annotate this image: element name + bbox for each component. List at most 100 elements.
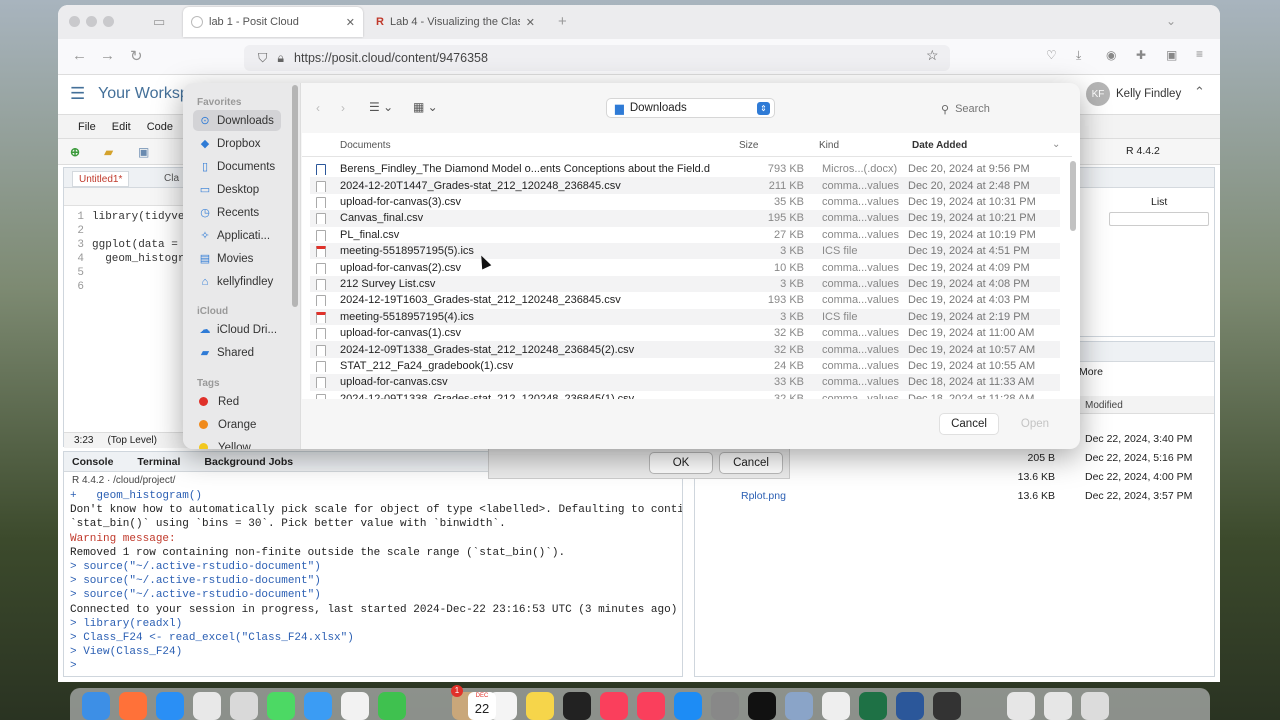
notes-icon[interactable]: [526, 692, 554, 720]
rstudio-icon[interactable]: [822, 692, 850, 720]
app-store-icon[interactable]: [674, 692, 702, 720]
sidebar-item-kellyfindley[interactable]: ⌂ kellyfindley: [193, 271, 281, 292]
file-row[interactable]: STAT_212_Fa24_gradebook(1).csv 24 KB comma…: [310, 358, 1060, 374]
messages-icon[interactable]: [267, 692, 295, 720]
tab-console[interactable]: Console: [72, 456, 113, 468]
sidebar-item-recents[interactable]: ◷ Recents: [193, 202, 281, 223]
forward-icon[interactable]: →: [100, 47, 115, 64]
music-icon[interactable]: [600, 692, 628, 720]
new-file-icon[interactable]: ⊕: [70, 145, 80, 159]
column-modified[interactable]: Modified: [1085, 400, 1123, 411]
calendar-icon[interactable]: DEC 22: [468, 692, 496, 720]
firefox-icon[interactable]: [119, 692, 147, 720]
list-view-icon[interactable]: ☰ ⌄: [369, 100, 393, 114]
user-name[interactable]: Kelly Findley: [1116, 88, 1181, 100]
apple-tv-icon[interactable]: [563, 692, 591, 720]
address-bar[interactable]: ⛉ 🔒︎ https://posit.cloud/content/9476358: [244, 45, 950, 71]
table-row[interactable]: Rplot.png 13.6 KB Dec 22, 2024, 3:57 PM: [695, 487, 1214, 506]
sidebar-item-movies[interactable]: ▤ Movies: [193, 248, 281, 269]
r-version-select[interactable]: R 4.4.2: [1126, 145, 1160, 157]
safari-icon[interactable]: [156, 692, 184, 720]
back-icon[interactable]: ‹: [316, 101, 320, 115]
system-settings-icon[interactable]: [711, 692, 739, 720]
tab-background-jobs[interactable]: Background Jobs: [204, 456, 293, 468]
sidebar-item-desktop[interactable]: ▭ Desktop: [193, 179, 281, 200]
sidebar-item-shared[interactable]: ▰ Shared: [193, 342, 281, 363]
file-row[interactable]: 2024-12-09T1338_Grades-stat_212_120248_2…: [310, 391, 1060, 399]
extensions-icon[interactable]: ✚: [1136, 48, 1146, 62]
slack-icon[interactable]: [193, 692, 221, 720]
list-view-select[interactable]: List: [1151, 196, 1167, 208]
word-icon[interactable]: [896, 692, 924, 720]
trash-icon[interactable]: [1081, 692, 1109, 720]
search-field[interactable]: ⚲: [941, 99, 1061, 119]
sidebar-scrollbar[interactable]: [292, 85, 298, 307]
news-icon[interactable]: [637, 692, 665, 720]
downloads-stack-icon[interactable]: [1044, 692, 1072, 720]
file-row[interactable]: Canvas_final.csv 195 KB comma...values Dec …: [310, 210, 1060, 227]
tag-yellow[interactable]: Yellow: [193, 437, 281, 449]
column-documents[interactable]: Documents: [340, 140, 391, 151]
minimize-window-button[interactable]: [86, 16, 97, 27]
launchpad-icon[interactable]: [230, 692, 258, 720]
file-row[interactable]: 2024-12-09T1338_Grades-stat_212_120248_2…: [310, 341, 1060, 358]
account-icon[interactable]: ◉: [1106, 48, 1116, 62]
column-date-added[interactable]: Date Added: [912, 140, 967, 151]
sidebar-item-downloads[interactable]: ⊙ Downloads: [193, 110, 281, 131]
zoom-window-button[interactable]: [103, 16, 114, 27]
finder-icon[interactable]: [82, 692, 110, 720]
env-search-input[interactable]: [1109, 212, 1209, 226]
profile-icon[interactable]: ▣: [1166, 48, 1177, 62]
hamburger-icon[interactable]: ☰: [70, 84, 85, 104]
file-row[interactable]: 2024-12-20T1447_Grades-stat_212_120248_2…: [310, 177, 1060, 194]
open-button[interactable]: Open: [1005, 413, 1065, 435]
column-size[interactable]: Size: [739, 140, 758, 151]
documents-stack-icon[interactable]: [1007, 692, 1035, 720]
file-row[interactable]: meeting-5518957195(4).ics 3 KB ICS file Dec…: [310, 308, 1060, 325]
back-icon[interactable]: ←: [72, 47, 87, 64]
column-kind[interactable]: Kind: [819, 140, 839, 151]
tag-orange[interactable]: Orange: [193, 414, 281, 435]
chevron-down-icon[interactable]: ⌄: [1166, 14, 1176, 28]
file-row[interactable]: 2024-12-19T1603_Grades-stat_212_120248_2…: [310, 292, 1060, 308]
file-row[interactable]: upload-for-canvas(2).csv 10 KB comma...val…: [310, 259, 1060, 275]
sidebar-item-applicati[interactable]: ✧ Applicati...: [193, 225, 281, 246]
menu-code[interactable]: Code: [147, 121, 173, 133]
file-row[interactable]: upload-for-canvas(3).csv 35 KB comma...val…: [310, 194, 1060, 210]
chatgpt-icon[interactable]: [748, 692, 776, 720]
tag-red[interactable]: Red: [193, 391, 281, 412]
pocket-icon[interactable]: ♡: [1046, 48, 1057, 62]
console-output[interactable]: + geom_histogram() Don't know how to auto…: [70, 489, 682, 675]
file-row[interactable]: upload-for-canvas.csv 33 KB comma...values…: [310, 374, 1060, 391]
location-select[interactable]: ▆ Downloads ⇕: [606, 98, 775, 118]
file-row[interactable]: meeting-5518957195(5).ics 3 KB ICS file Dec…: [310, 243, 1060, 260]
bookmark-star-icon[interactable]: ☆: [926, 47, 939, 64]
close-window-button[interactable]: [69, 16, 80, 27]
reload-icon[interactable]: ↻: [130, 47, 143, 65]
cancel-button[interactable]: Cancel: [939, 413, 999, 435]
close-tab-icon[interactable]: ✕: [346, 16, 355, 29]
code-editor[interactable]: 1 library(tidyve 2 3 ggplot(data = 4 geom_his…: [64, 210, 184, 294]
tab-lab-1[interactable]: lab 1 - Posit Cloud ✕: [183, 7, 363, 37]
save-icon[interactable]: ▣: [138, 145, 149, 159]
menu-icon[interactable]: ≡: [1196, 47, 1203, 61]
sidebar-item-documents[interactable]: ▯ Documents: [193, 156, 281, 177]
davinci-icon[interactable]: [933, 692, 961, 720]
menu-file[interactable]: File: [78, 121, 96, 133]
grid-view-icon[interactable]: ▦ ⌄: [413, 100, 438, 114]
facetime-icon[interactable]: [378, 692, 406, 720]
file-row[interactable]: 212 Survey List.csv 3 KB comma...values Dec…: [310, 275, 1060, 293]
tab-terminal[interactable]: Terminal: [137, 456, 180, 468]
more-menu[interactable]: More: [1079, 366, 1103, 378]
sidebar-item-icloud-dri[interactable]: ☁ iCloud Dri...: [193, 319, 281, 340]
cancel-button[interactable]: Cancel: [719, 452, 783, 474]
sidebar-toggle-icon[interactable]: ▭: [153, 14, 165, 30]
file-row[interactable]: Berens_Findley_The Diamond Model o...ent…: [310, 161, 1060, 177]
mail-icon[interactable]: [304, 692, 332, 720]
file-row[interactable]: upload-for-canvas(1).csv 32 KB comma...val…: [310, 325, 1060, 341]
file-name[interactable]: Rplot.png: [741, 490, 786, 502]
excel-icon[interactable]: [859, 692, 887, 720]
chevron-up-icon[interactable]: ⌃: [1194, 84, 1205, 100]
workspace-title[interactable]: Your Worksp: [98, 85, 189, 103]
menu-edit[interactable]: Edit: [112, 121, 131, 133]
